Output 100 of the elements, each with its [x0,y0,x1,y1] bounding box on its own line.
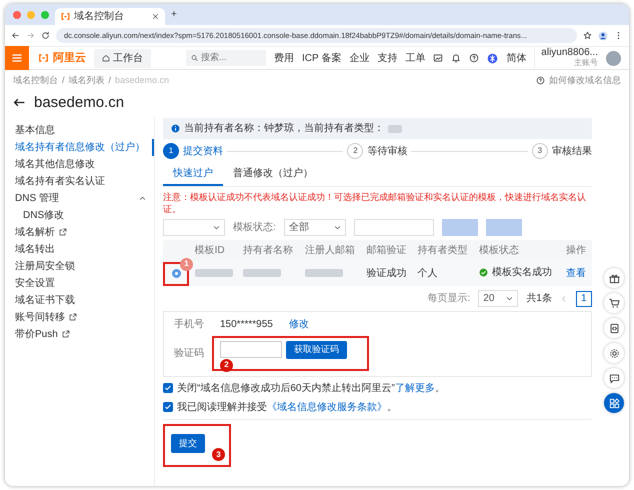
link[interactable]: 了解更多 [394,382,435,394]
table-cell: 个人 [417,268,438,279]
sidebar-item[interactable]: 域名解析 [5,224,154,241]
column-header: 注册人邮箱 [304,245,355,256]
apps-icon [608,398,620,408]
filter-label: 模板状态: [233,220,276,235]
redacted-text [388,124,402,132]
external-link-icon [69,313,77,322]
language-link[interactable]: 简体 [506,50,526,66]
code-icon [608,322,620,334]
breadcrumb-separator: / [62,74,65,87]
search-field[interactable]: 搜索... [201,51,261,65]
select-field[interactable]: 全部 [284,219,346,236]
input-field[interactable] [354,219,434,236]
link[interactable]: 《域名信息修改服务条款》 [267,402,387,412]
star-icon[interactable] [583,31,592,40]
new-tab-button[interactable]: + [171,7,177,22]
code-button[interactable] [604,318,624,338]
search-bar[interactable]: 搜索... [186,50,266,66]
sidebar-item[interactable]: 域名持有者信息修改（过户） [5,139,154,156]
chat-button[interactable] [604,368,624,388]
nav-link[interactable]: 工单 [405,50,426,66]
gift-button[interactable] [604,268,624,288]
nav-link[interactable]: 费用 [274,50,294,66]
step-number: 1 [163,143,179,159]
sidebar-item[interactable]: DNS修改 [5,207,154,224]
back-icon[interactable] [11,31,20,40]
edit-link[interactable]: 修改 [288,317,309,332]
column-header: 持有者类型 [417,245,468,256]
sidebar-item[interactable]: 带价Push [5,326,154,343]
apps-button[interactable] [604,393,624,413]
radio-button[interactable] [172,269,180,278]
checkbox[interactable] [163,402,173,412]
help-icon[interactable] [469,53,480,63]
page-button[interactable]: 1 [576,290,592,306]
sidebar-item[interactable]: 注册局安全锁 [5,258,154,275]
nav-link[interactable]: 企业 [349,50,370,66]
get-code-button[interactable]: 获取验证码 [286,341,347,358]
cart-button[interactable] [604,293,624,313]
workbench-button[interactable]: 工作台 [94,48,151,68]
settings-button[interactable] [604,343,624,363]
redacted-text [243,269,282,278]
step-label: 审核结果 [552,144,592,158]
nav-link[interactable]: 支持 [377,50,398,66]
breadcrumb-item[interactable]: 域名控制台 [13,74,58,88]
image-icon[interactable] [433,53,444,63]
status-text: 模板实名成功 [492,266,552,280]
input-field[interactable] [220,341,282,358]
checkbox[interactable] [163,383,173,393]
sidebar-item[interactable]: 域名其他信息修改 [5,156,154,173]
check-icon [164,384,172,392]
profile-icon[interactable] [598,30,608,40]
menu-button[interactable] [5,46,29,70]
check-icon [164,403,172,411]
help-icon [536,76,545,86]
warning-text: 注意：模板认证成功不代表域名认证成功！可选择已完成邮箱验证和实名认证的模板，快速进行域名实名认证。 [163,191,587,215]
total-count: 共1条 [526,292,552,306]
reload-icon[interactable] [41,31,50,40]
assistant-icon[interactable] [487,52,498,64]
chevron-down-icon [506,295,514,302]
browser-tab[interactable]: 域名控制台 [55,8,165,25]
field-label: 手机号 [174,318,204,332]
column-header: 模板ID [194,245,225,256]
sidebar-item[interactable]: 基本信息 [5,122,154,139]
tab[interactable]: 普通修改（过户） [223,163,323,186]
column-header: 持有者名称 [243,245,294,256]
help-link[interactable]: 如何修改域名信息 [549,74,621,88]
breadcrumb-item[interactable]: 域名列表 [68,74,105,88]
home-icon [102,54,110,62]
step-number: 2 [347,143,364,159]
sidebar-item[interactable]: 域名证书下载 [5,292,154,309]
step-number: 3 [532,143,548,159]
sidebar-item[interactable]: 域名转出 [5,241,154,258]
chat-icon [608,372,620,384]
search-icon [191,54,198,62]
sidebar-item[interactable]: 安全设置 [5,275,154,292]
sidebar-item[interactable]: 账号间转移 [5,309,154,326]
agreement-text: 关闭“域名信息修改成功后60天内禁止转出阿里云”了解更多。 [177,382,445,396]
close-icon[interactable] [152,13,159,20]
submit-button[interactable]: 提交 [171,434,205,453]
annotation-number: 2 [220,358,233,372]
agreement-text: 我已阅读理解并接受《域名信息修改服务条款》。 [177,400,397,414]
account-role: 主账号 [574,58,598,68]
logo-icon [37,53,50,63]
step-label: 提交资料 [183,144,223,158]
nav-link[interactable]: ICP 备案 [302,50,342,66]
select-field[interactable] [163,219,225,236]
tab[interactable]: 快速过户 [163,163,223,186]
redacted-text [304,269,343,278]
column-header: 邮箱验证 [366,245,407,256]
chevron-up-icon [139,195,146,202]
sidebar-item[interactable]: DNS 管理 [5,190,154,207]
page-size-select[interactable]: 20 [478,290,518,307]
account-name[interactable]: aliyun8806... [541,48,598,58]
info-icon [171,124,180,133]
redacted-text [194,269,233,278]
bell-icon[interactable] [451,53,462,63]
logo-text: 阿里云 [53,50,86,66]
menu-icon [11,52,23,64]
sidebar-item[interactable]: 域名持有者实名认证 [5,173,154,190]
